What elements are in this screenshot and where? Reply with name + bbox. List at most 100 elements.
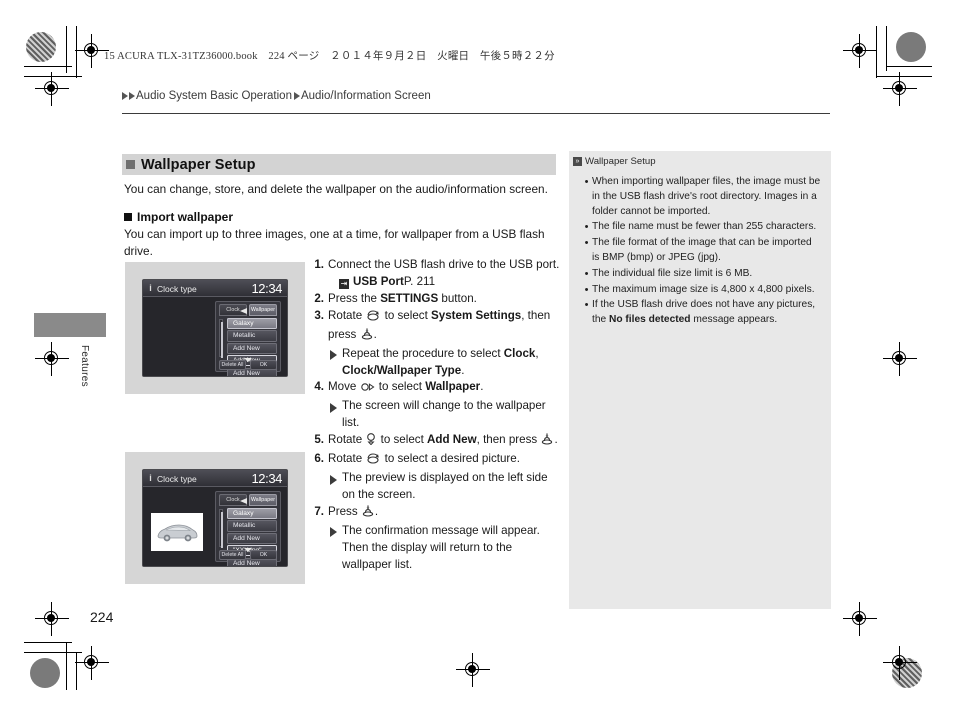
list-item[interactable]: Add New bbox=[227, 342, 277, 354]
figure-wallpaper-preview-screen: i Clock type 12:34 Clock Wallpaper Galaxy Meta… bbox=[125, 452, 305, 584]
registration-mark-bottom-right-outer bbox=[843, 602, 877, 636]
screen-button-row: Delete All OK bbox=[219, 360, 277, 370]
crop-line-tl-h2 bbox=[24, 76, 82, 77]
step-text: Rotate to select Add New, then press . bbox=[328, 432, 561, 451]
press-knob-icon bbox=[362, 505, 374, 523]
wallpaper-list-panel: Clock Wallpaper Galaxy Metallic Add New "XXX.… bbox=[215, 491, 281, 566]
screen-tab-wallpaper[interactable]: Wallpaper bbox=[249, 494, 277, 506]
text-run: The file format of the image that can be… bbox=[592, 237, 812, 263]
screen-title: Clock type bbox=[157, 473, 197, 484]
breadcrumb-item-1[interactable]: Audio System Basic Operation bbox=[136, 90, 292, 102]
scrollbar-thumb[interactable] bbox=[221, 322, 223, 358]
emphasis-text: No files detected bbox=[609, 314, 691, 326]
screen-body: Clock Wallpaper Galaxy Metallic Add New "XXX.… bbox=[143, 487, 287, 566]
step-text: Move to select Wallpaper. bbox=[328, 379, 561, 398]
list-item[interactable]: Metallic bbox=[227, 520, 277, 532]
screen-button-delete-all[interactable]: Delete All bbox=[219, 360, 246, 370]
text-run: to select bbox=[375, 380, 426, 394]
side-note-item: • The individual file size limit is 6 MB. bbox=[581, 267, 821, 282]
triangle-right-icon bbox=[330, 474, 337, 485]
screen-body: Clock Wallpaper Galaxy Metallic Add New Add N… bbox=[143, 297, 287, 376]
wallpaper-list-items: Galaxy Metallic Add New Add New Add New bbox=[227, 318, 277, 376]
step-number: 6. bbox=[314, 452, 324, 466]
side-note-list: • When importing wallpaper files, the ima… bbox=[581, 175, 821, 329]
registration-mark-top-right-outer bbox=[843, 34, 877, 68]
scrollbar[interactable] bbox=[219, 509, 223, 548]
step-result-note: The confirmation message will appear. Th… bbox=[330, 523, 561, 574]
move-right-icon bbox=[360, 381, 375, 398]
text-run: Rotate bbox=[328, 452, 366, 466]
step-number: 3. bbox=[314, 308, 324, 322]
text-run: The maximum image size is 4,800 x 4,800 … bbox=[592, 283, 815, 295]
print-dot-mark-bottom-left bbox=[30, 658, 60, 688]
text-run: . bbox=[374, 504, 379, 518]
text-run: When importing wallpaper files, the imag… bbox=[592, 176, 821, 217]
crop-line-tr-v2 bbox=[876, 26, 877, 78]
step-text: Press the SETTINGS button. bbox=[328, 291, 561, 308]
list-item[interactable]: Galaxy bbox=[227, 318, 277, 330]
triangle-right-icon bbox=[330, 350, 337, 361]
scrollbar[interactable] bbox=[219, 319, 223, 358]
text-run: The file name must be fewer than 255 cha… bbox=[592, 221, 817, 233]
list-item[interactable]: Galaxy bbox=[227, 508, 277, 520]
arrow-into-box-icon: ⇥ bbox=[339, 278, 349, 289]
scrollbar-thumb[interactable] bbox=[221, 512, 223, 548]
crop-line-bl-v1 bbox=[66, 642, 67, 690]
step-text: Rotate to select System Settings, then p… bbox=[328, 308, 561, 346]
step-text: Rotate to select a desired picture. bbox=[328, 451, 561, 470]
device-screen: i Clock type 12:34 Clock Wallpaper Galaxy Meta… bbox=[142, 279, 288, 377]
page-number: 224 bbox=[90, 609, 114, 625]
breadcrumb-item-2[interactable]: Audio/Information Screen bbox=[301, 90, 431, 102]
side-note-text: The individual file size limit is 6 MB. bbox=[592, 267, 821, 282]
text-run: to select a desired picture. bbox=[381, 452, 520, 466]
bullet-icon: • bbox=[584, 299, 589, 312]
screen-button-ok[interactable]: OK bbox=[250, 550, 277, 560]
step-number: 1. bbox=[314, 258, 324, 271]
press-knob-icon bbox=[541, 433, 553, 451]
screen-tab-wallpaper[interactable]: Wallpaper bbox=[249, 304, 277, 316]
side-note-text: The file name must be fewer than 255 cha… bbox=[592, 220, 821, 235]
step-result-text: The preview is displayed on the left sid… bbox=[342, 470, 561, 504]
screen-button-delete-all[interactable]: Delete All bbox=[219, 550, 246, 560]
section-title-bar: Wallpaper Setup bbox=[122, 154, 556, 175]
emphasis-text: Clock/Wallpaper Type bbox=[342, 363, 462, 377]
print-dot-mark-top-left bbox=[26, 32, 56, 62]
text-run: . bbox=[554, 433, 558, 447]
header-divider bbox=[122, 113, 830, 115]
screen-button-ok[interactable]: OK bbox=[250, 360, 277, 370]
side-note-item: • The file format of the image that can b… bbox=[581, 236, 821, 266]
step-result-text: Repeat the procedure to select Clock, Cl… bbox=[342, 346, 561, 380]
list-item[interactable]: Metallic bbox=[227, 330, 277, 342]
book-file-header: 15 ACURA TLX-31TZ36000.book 224 ページ ２０１４… bbox=[104, 51, 555, 62]
section-thumb-tab-label: Features bbox=[79, 345, 90, 387]
crop-line-tl-h1 bbox=[24, 66, 72, 67]
wallpaper-list-panel: Clock Wallpaper Galaxy Metallic Add New Add N… bbox=[215, 301, 281, 376]
emphasis-text: SETTINGS bbox=[380, 291, 439, 305]
procedure-step: 3. Rotate to select System Settings, then… bbox=[313, 308, 561, 346]
side-note-heading: » Wallpaper Setup bbox=[573, 156, 656, 167]
section-thumb-tab bbox=[34, 313, 106, 337]
crop-line-tr-h2 bbox=[876, 76, 932, 77]
text-run: Repeat the procedure to select bbox=[342, 346, 504, 360]
screen-title: Clock type bbox=[157, 283, 197, 294]
step-number: 2. bbox=[314, 291, 324, 305]
step-text: Connect the USB flash drive to the USB p… bbox=[328, 257, 561, 274]
side-note-item: • When importing wallpaper files, the ima… bbox=[581, 175, 821, 219]
list-item[interactable]: Add New bbox=[227, 532, 277, 544]
screen-title-bar: i Clock type 12:34 bbox=[143, 280, 287, 297]
info-icon[interactable]: i bbox=[148, 473, 153, 484]
subsection-title: Import wallpaper bbox=[137, 210, 234, 224]
section-description: You can change, store, and delete the wa… bbox=[124, 182, 548, 196]
cross-reference[interactable]: ⇥ USB Port P. 211 bbox=[339, 274, 561, 291]
text-run: Press the bbox=[328, 291, 381, 305]
screen-tab-row: Clock Wallpaper bbox=[219, 304, 277, 316]
procedure-step: 5. Rotate to select Add New, then press . bbox=[313, 432, 561, 451]
registration-mark-left-middle bbox=[35, 342, 69, 376]
bullet-icon: • bbox=[584, 267, 589, 280]
triangle-right-icon bbox=[129, 92, 135, 100]
text-run: Rotate bbox=[328, 308, 366, 322]
step-number: 7. bbox=[314, 504, 324, 518]
registration-mark-bottom-left-outer bbox=[35, 602, 69, 636]
step-result-text: The screen will change to the wallpaper … bbox=[342, 398, 561, 432]
info-icon[interactable]: i bbox=[148, 283, 153, 294]
